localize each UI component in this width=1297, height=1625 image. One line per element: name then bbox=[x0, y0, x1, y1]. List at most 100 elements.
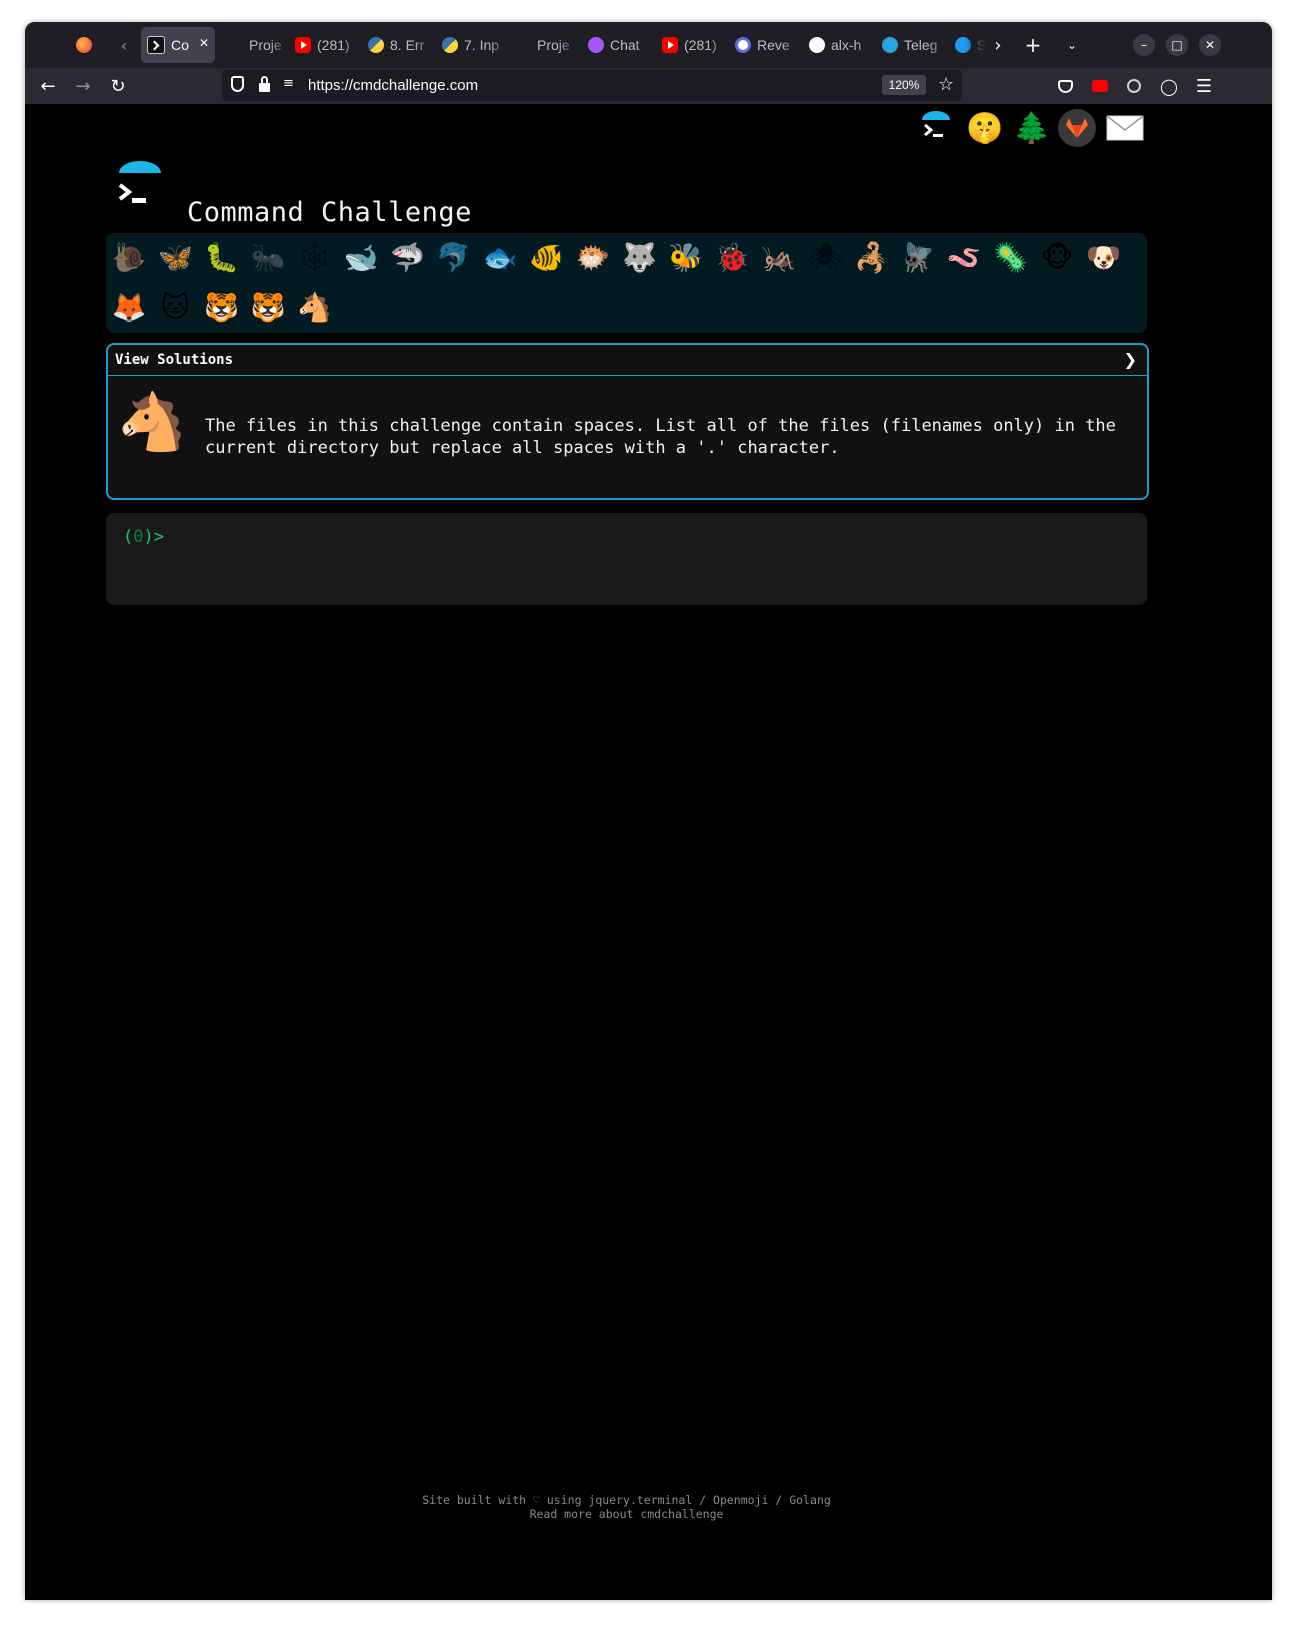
spider-badge-icon[interactable]: 🕷 bbox=[806, 238, 844, 276]
terminal-prompt[interactable]: (0)> bbox=[123, 527, 164, 547]
microbe-badge-icon[interactable]: 🦠 bbox=[992, 238, 1030, 276]
tiger-badge-icon[interactable]: 🐯 bbox=[203, 288, 241, 326]
fox-badge-icon[interactable]: 🦊 bbox=[110, 288, 148, 326]
tab-fade bbox=[634, 27, 656, 63]
scorpion-badge-icon[interactable]: 🦂 bbox=[852, 238, 890, 276]
menu-hamburger-icon[interactable]: ☰ bbox=[1189, 71, 1219, 101]
cricket-badge-icon[interactable]: 🦗 bbox=[760, 238, 798, 276]
reverso-icon bbox=[735, 37, 751, 53]
tab-fade bbox=[414, 27, 436, 63]
tab-scroll-left-button[interactable]: ‹ bbox=[109, 30, 139, 60]
browser-tab[interactable]: alx-h bbox=[803, 27, 877, 63]
tab-fade bbox=[855, 27, 877, 63]
tree-icon[interactable]: 🌲 bbox=[1012, 108, 1052, 148]
tiger-face-badge-icon[interactable]: 🐯 bbox=[249, 288, 287, 326]
shushing-face-icon[interactable]: 🤫 bbox=[965, 108, 1005, 148]
snail-badge-icon[interactable]: 🐌 bbox=[110, 238, 148, 276]
ant-badge-icon[interactable]: 🐜 bbox=[249, 238, 287, 276]
footer-credits[interactable]: Site built with ♡ using jquery.terminal … bbox=[25, 1493, 1228, 1507]
github-icon bbox=[809, 37, 825, 53]
shield-icon[interactable] bbox=[231, 76, 244, 92]
url-bar[interactable]: ≡ https://cmdchallenge.com 120% ☆ bbox=[222, 70, 962, 101]
worm-badge-icon[interactable]: 🪱 bbox=[945, 238, 983, 276]
tab-fade bbox=[781, 27, 803, 63]
tab-fade bbox=[341, 27, 363, 63]
browser-tab[interactable]: Chat bbox=[582, 27, 656, 63]
fish-badge-icon[interactable]: 🐟 bbox=[481, 238, 519, 276]
close-window-button[interactable]: ✕ bbox=[1199, 34, 1221, 56]
view-solutions-toggle[interactable]: View Solutions ❯ bbox=[108, 345, 1147, 376]
terminal[interactable]: (0)> bbox=[106, 513, 1147, 605]
horse-badge-icon[interactable]: 🐴 bbox=[296, 288, 334, 326]
browser-tab[interactable]: Proje bbox=[509, 27, 579, 63]
zoom-level[interactable]: 120% bbox=[882, 75, 926, 95]
maximize-button[interactable]: □ bbox=[1166, 34, 1188, 56]
fly-badge-icon[interactable]: 🪰 bbox=[899, 238, 937, 276]
footer: Site built with ♡ using jquery.terminal … bbox=[25, 1493, 1228, 1521]
browser-tab[interactable]: Proje bbox=[221, 27, 291, 63]
tab-label: Co bbox=[171, 37, 189, 53]
browser-tab[interactable]: (281) bbox=[656, 27, 730, 63]
site-logo-icon[interactable] bbox=[115, 161, 165, 211]
browser-tab[interactable]: Teleg bbox=[876, 27, 950, 63]
tab-scroll-right-button[interactable]: › bbox=[983, 30, 1013, 60]
challenge-panel: View Solutions ❯ 🐴 The files in this cha… bbox=[106, 343, 1149, 500]
youtube-icon bbox=[662, 37, 678, 53]
permissions-icon[interactable]: ≡ bbox=[283, 76, 294, 91]
extensions-puzzle-icon[interactable]: ◯ bbox=[1154, 71, 1184, 101]
prompt-count: 0 bbox=[133, 527, 144, 547]
shark-badge-icon[interactable]: 🦈 bbox=[388, 238, 426, 276]
browser-tab[interactable]: Co ✕ bbox=[141, 27, 215, 63]
list-all-tabs-button[interactable]: ⌄ bbox=[1057, 30, 1087, 60]
python-icon bbox=[442, 37, 458, 53]
url-text[interactable]: https://cmdchallenge.com bbox=[308, 77, 478, 94]
forward-button[interactable]: → bbox=[68, 71, 98, 101]
translate-globe-icon[interactable] bbox=[1119, 71, 1149, 101]
envelope-icon[interactable] bbox=[1105, 108, 1145, 148]
browser-tab[interactable]: Reve bbox=[729, 27, 803, 63]
butterfly-badge-icon[interactable]: 🦋 bbox=[156, 238, 194, 276]
bookmark-star-icon[interactable]: ☆ bbox=[938, 74, 954, 95]
tab-fade bbox=[269, 27, 291, 63]
caterpillar-badge-icon[interactable]: 🐛 bbox=[203, 238, 241, 276]
wolf-badge-icon[interactable]: 🐺 bbox=[620, 238, 658, 276]
bee-badge-icon[interactable]: 🐝 bbox=[667, 238, 705, 276]
python-icon bbox=[368, 37, 384, 53]
browser-tab[interactable]: S bbox=[949, 27, 987, 63]
whale-badge-icon[interactable]: 🐋 bbox=[342, 238, 380, 276]
ladybug-badge-icon[interactable]: 🐞 bbox=[713, 238, 751, 276]
back-button[interactable]: ← bbox=[33, 71, 63, 101]
reload-button[interactable]: ↻ bbox=[103, 71, 133, 101]
footer-about-link[interactable]: Read more about cmdchallenge bbox=[25, 1507, 1228, 1521]
browser-tab[interactable]: 8. Err bbox=[362, 27, 436, 63]
dog-badge-icon[interactable]: 🐶 bbox=[1084, 238, 1122, 276]
firefox-icon[interactable] bbox=[69, 30, 99, 60]
page-title: Command Challenge bbox=[187, 197, 472, 228]
chevron-right-icon[interactable]: ❯ bbox=[1124, 350, 1137, 369]
tab-fade bbox=[557, 27, 579, 63]
view-solutions-label[interactable]: View Solutions bbox=[115, 352, 233, 368]
tab-fade bbox=[488, 27, 510, 63]
minimize-button[interactable]: – bbox=[1133, 34, 1155, 56]
blank-icon bbox=[227, 37, 243, 53]
close-tab-icon[interactable]: ✕ bbox=[199, 36, 209, 50]
monkey-badge-icon[interactable]: 🐵 bbox=[1038, 238, 1076, 276]
page-content: 🤫 🌲 Command Challenge 🐌🦋🐛🐜🕸🐋🦈🐬� bbox=[25, 104, 1272, 1600]
cmd-logo-icon[interactable] bbox=[916, 108, 956, 148]
tropical-fish-badge-icon[interactable]: 🐠 bbox=[528, 238, 566, 276]
dolphin-badge-icon[interactable]: 🐬 bbox=[435, 238, 473, 276]
tab-fade bbox=[708, 27, 730, 63]
cat-badge-icon[interactable]: 🐱 bbox=[156, 288, 194, 326]
lock-shackle-icon bbox=[261, 76, 268, 84]
browser-window: ‹ Co ✕ Proje (281) 8. Err 7. Inp Proje Chat (281… bbox=[25, 22, 1272, 1600]
new-tab-button[interactable]: + bbox=[1018, 30, 1048, 60]
gitlab-icon[interactable] bbox=[1058, 109, 1096, 147]
youtube-extension-icon[interactable] bbox=[1085, 71, 1115, 101]
browser-tab[interactable]: (281) bbox=[289, 27, 363, 63]
blowfish-badge-icon[interactable]: 🐡 bbox=[574, 238, 612, 276]
pocket-icon[interactable] bbox=[1050, 71, 1080, 101]
lock-icon[interactable] bbox=[259, 83, 270, 92]
browser-tab[interactable]: 7. Inp bbox=[436, 27, 510, 63]
tab-fade bbox=[928, 27, 950, 63]
spider-web-badge-icon[interactable]: 🕸 bbox=[296, 238, 334, 276]
